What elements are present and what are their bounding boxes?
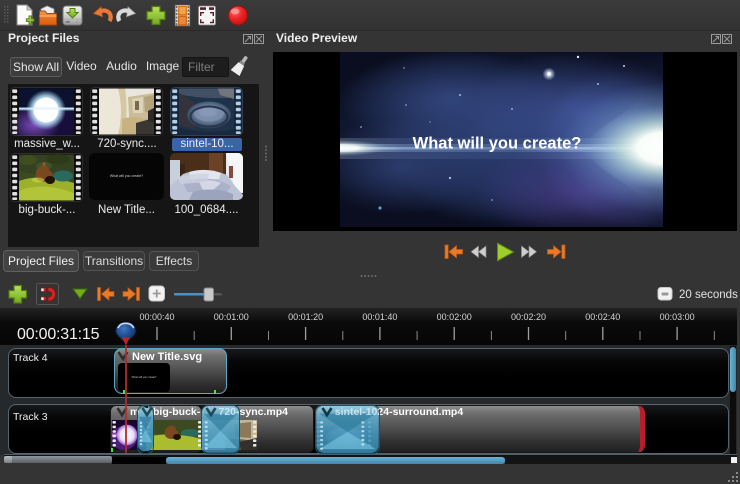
- svg-text:What will you create?: What will you create?: [413, 135, 582, 153]
- svg-text:00:02:40: 00:02:40: [585, 312, 620, 322]
- svg-text:00:01:00: 00:01:00: [214, 312, 249, 322]
- svg-text:00:00:40: 00:00:40: [139, 312, 174, 322]
- svg-text:00:02:00: 00:02:00: [437, 312, 472, 322]
- svg-text:00:03:00: 00:03:00: [660, 312, 695, 322]
- svg-text:00:01:20: 00:01:20: [288, 312, 323, 322]
- svg-text:00:02:20: 00:02:20: [511, 312, 546, 322]
- svg-text:20 seconds: 20 seconds: [679, 289, 738, 301]
- svg-text:00:01:40: 00:01:40: [362, 312, 397, 322]
